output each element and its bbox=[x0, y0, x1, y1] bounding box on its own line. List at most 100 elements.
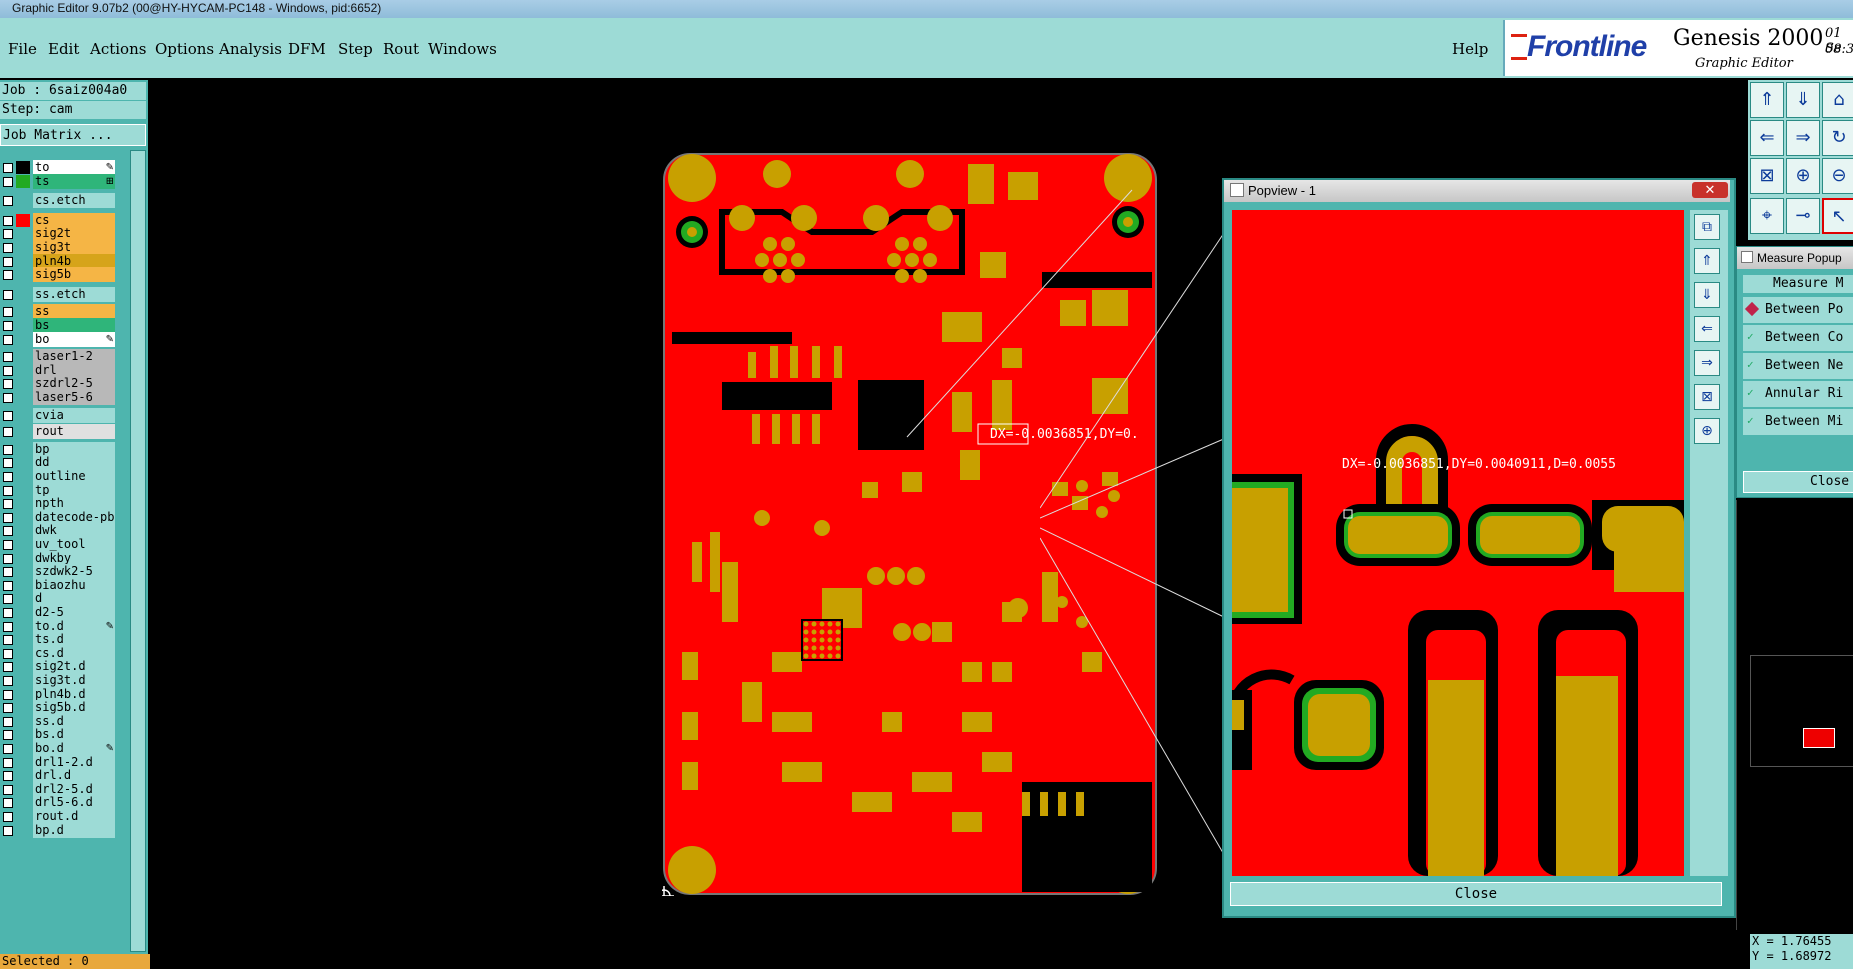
pan-down-icon[interactable]: ⇓ bbox=[1694, 282, 1720, 308]
layer-checkbox[interactable] bbox=[3, 730, 13, 741]
measure-option[interactable]: Between Po bbox=[1743, 297, 1853, 323]
layer-row-sig5b[interactable]: sig5b bbox=[0, 267, 118, 283]
menu-rout[interactable]: Rout bbox=[383, 40, 419, 58]
layer-checkbox[interactable] bbox=[3, 243, 13, 253]
menu-analysis[interactable]: Analysis bbox=[219, 40, 282, 58]
layer-checkbox[interactable] bbox=[3, 270, 13, 281]
y-coordinate: Y = 1.68972 bbox=[1752, 949, 1832, 963]
layer-checkbox[interactable] bbox=[3, 512, 13, 523]
layer-row-laser5-6[interactable]: laser5-6 bbox=[0, 390, 118, 405]
layer-checkbox[interactable] bbox=[3, 365, 13, 376]
layer-checkbox[interactable] bbox=[3, 289, 13, 300]
layer-checkbox[interactable] bbox=[3, 176, 13, 187]
layer-checkbox[interactable] bbox=[3, 458, 13, 469]
layer-checkbox[interactable] bbox=[3, 825, 13, 836]
layer-checkbox[interactable] bbox=[3, 427, 13, 438]
layer-checkbox[interactable] bbox=[3, 410, 13, 421]
layer-checkbox[interactable] bbox=[3, 196, 13, 207]
menu-actions[interactable]: Actions bbox=[90, 40, 146, 58]
layer-row-rout[interactable]: rout bbox=[0, 424, 118, 440]
layer-checkbox[interactable] bbox=[3, 163, 13, 173]
measure-popup-title-bar[interactable]: Measure Popup bbox=[1737, 247, 1853, 269]
measure-option[interactable]: ✓ Between Co bbox=[1743, 325, 1853, 351]
layer-checkbox[interactable] bbox=[3, 307, 13, 318]
zoom-in-icon[interactable]: ⊕ bbox=[1694, 418, 1720, 444]
layer-checkbox[interactable] bbox=[3, 567, 13, 578]
layer-checkbox[interactable] bbox=[3, 608, 13, 618]
zoom-fit-icon[interactable]: ⊠ bbox=[1694, 384, 1720, 410]
menu-windows[interactable]: Windows bbox=[428, 40, 497, 58]
layer-scrollbar[interactable] bbox=[130, 150, 146, 952]
layer-checkbox[interactable] bbox=[3, 580, 13, 591]
zoom-in-icon[interactable]: ⊕ bbox=[1786, 158, 1820, 194]
layer-checkbox[interactable] bbox=[3, 703, 13, 714]
layer-checkbox[interactable] bbox=[3, 744, 13, 754]
menu-dfm[interactable]: DFM bbox=[288, 40, 326, 58]
menu-edit[interactable]: Edit bbox=[48, 40, 79, 58]
layer-checkbox[interactable] bbox=[3, 229, 13, 240]
layer-row-ts[interactable]: ts ⊞ bbox=[0, 173, 118, 189]
layer-checkbox[interactable] bbox=[3, 676, 13, 686]
layer-row-bo[interactable]: bo ✎ bbox=[0, 331, 118, 347]
overview-map[interactable] bbox=[1750, 655, 1853, 767]
layer-checkbox[interactable] bbox=[3, 621, 13, 632]
layer-checkbox[interactable] bbox=[3, 798, 13, 809]
menu-help[interactable]: Help bbox=[1452, 40, 1488, 58]
measure-option[interactable]: ✓ Between Ne bbox=[1743, 353, 1853, 379]
layer-row-cvia[interactable]: cvia bbox=[0, 407, 118, 423]
close-icon[interactable]: ✕ bbox=[1692, 182, 1728, 198]
job-matrix-button[interactable]: Job Matrix ... bbox=[0, 124, 146, 146]
layer-checkbox[interactable] bbox=[3, 553, 13, 564]
measure-close-button[interactable]: Close bbox=[1743, 471, 1853, 493]
layer-checkbox[interactable] bbox=[3, 771, 13, 782]
layer-checkbox[interactable] bbox=[3, 812, 13, 822]
pan-right-icon[interactable]: ⇒ bbox=[1694, 350, 1720, 376]
layer-checkbox[interactable] bbox=[3, 635, 13, 646]
zoom-fit-icon[interactable]: ⊠ bbox=[1750, 158, 1784, 194]
pan-down-icon[interactable]: ⇓ bbox=[1786, 82, 1820, 118]
zoom-out-icon[interactable]: ⊖ bbox=[1822, 158, 1853, 194]
pan-up-icon[interactable]: ⇑ bbox=[1694, 248, 1720, 274]
layer-checkbox[interactable] bbox=[3, 485, 13, 496]
layer-checkbox[interactable] bbox=[3, 662, 13, 673]
menu-step[interactable]: Step bbox=[338, 40, 373, 58]
layer-checkbox[interactable] bbox=[3, 215, 13, 226]
measure-option[interactable]: ✓ Between Mi bbox=[1743, 409, 1853, 435]
layer-checkbox[interactable] bbox=[3, 526, 13, 537]
layer-checkbox[interactable] bbox=[3, 393, 13, 403]
layer-checkbox[interactable] bbox=[3, 784, 13, 795]
layer-checkbox[interactable] bbox=[3, 648, 13, 659]
layer-checkbox[interactable] bbox=[3, 444, 13, 455]
popview-close-button[interactable]: Close bbox=[1230, 882, 1722, 906]
layer-checkbox[interactable] bbox=[3, 540, 13, 550]
layer-row-ss.etch[interactable]: ss.etch bbox=[0, 286, 118, 302]
layer-checkbox[interactable] bbox=[3, 689, 13, 700]
popview-canvas[interactable]: DX=-0.0036851,DY=0.0040911,D=0.0055 bbox=[1232, 210, 1684, 876]
select-icon[interactable]: ↖ bbox=[1822, 198, 1853, 234]
layer-checkbox[interactable] bbox=[3, 757, 13, 768]
menu-file[interactable]: File bbox=[8, 40, 37, 58]
layer-row-bp.d[interactable]: bp.d bbox=[0, 822, 118, 838]
pan-left-icon[interactable]: ⇐ bbox=[1694, 316, 1720, 342]
popview-title-bar[interactable]: Popview - 1 bbox=[1224, 180, 1730, 202]
measure-option[interactable]: ✓ Annular Ri bbox=[1743, 381, 1853, 407]
home-icon[interactable]: ⌂ bbox=[1822, 82, 1853, 118]
layer-checkbox[interactable] bbox=[3, 334, 13, 345]
layer-checkbox[interactable] bbox=[3, 352, 13, 363]
layer-checkbox[interactable] bbox=[3, 321, 13, 331]
layer-row-cs.etch[interactable]: cs.etch bbox=[0, 193, 118, 209]
measure-icon[interactable]: ⊸ bbox=[1786, 198, 1820, 234]
redraw-icon[interactable]: ↻ bbox=[1822, 120, 1853, 156]
snap-icon[interactable]: ⌖ bbox=[1750, 198, 1784, 234]
layer-checkbox[interactable] bbox=[3, 716, 13, 727]
menu-options[interactable]: Options bbox=[155, 40, 214, 58]
layer-checkbox[interactable] bbox=[3, 379, 13, 390]
layer-checkbox[interactable] bbox=[3, 472, 13, 482]
layer-checkbox[interactable] bbox=[3, 594, 13, 605]
layer-checkbox[interactable] bbox=[3, 256, 13, 267]
pan-right-icon[interactable]: ⇒ bbox=[1786, 120, 1820, 156]
pan-left-icon[interactable]: ⇐ bbox=[1750, 120, 1784, 156]
zoom-window-icon[interactable]: ⧉ bbox=[1694, 214, 1720, 240]
pan-up-icon[interactable]: ⇑ bbox=[1750, 82, 1784, 118]
layer-checkbox[interactable] bbox=[3, 499, 13, 510]
